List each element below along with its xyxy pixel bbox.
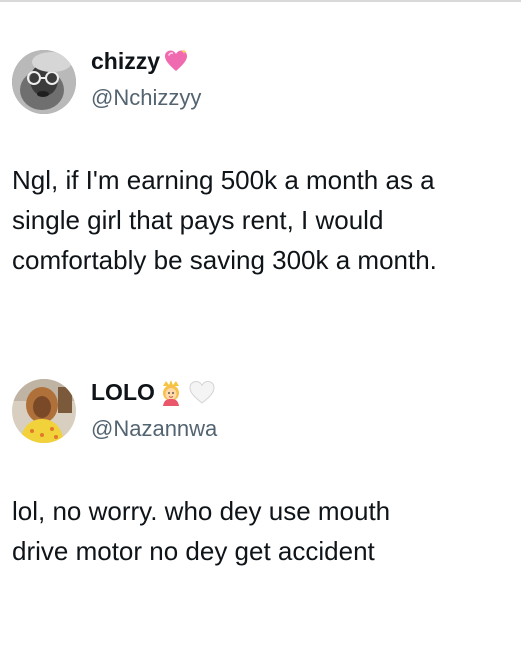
avatar-image xyxy=(12,50,76,114)
tweet-text: lol, no worry. who dey use mouth drive m… xyxy=(12,491,512,571)
tweet-text-line: comfortably be saving 300k a month. xyxy=(12,245,437,275)
avatar[interactable] xyxy=(12,379,76,443)
tweet-text-line: drive motor no dey get accident xyxy=(12,536,375,566)
tweet-card[interactable]: LOLO @Nazannwa lol, no worry. who dey us… xyxy=(0,340,521,652)
tweet-text: Ngl, if I'm earning 500k a month as a si… xyxy=(12,160,512,280)
tweet-text-line: single girl that pays rent, I would xyxy=(12,205,384,235)
display-name[interactable]: LOLO xyxy=(91,377,155,407)
user-handle[interactable]: @Nchizzyy xyxy=(91,84,201,112)
tweet-text-line: lol, no worry. who dey use mouth xyxy=(12,496,391,526)
tweet-card[interactable]: chizzy @Nchizzyy Ngl, if I'm earning 500… xyxy=(0,0,521,340)
user-handle[interactable]: @Nazannwa xyxy=(91,415,217,443)
avatar-image xyxy=(12,379,76,443)
sparkling-heart-icon xyxy=(163,48,189,74)
name-row: chizzy xyxy=(91,46,189,76)
white-heart-icon xyxy=(187,379,217,405)
avatar[interactable] xyxy=(12,50,76,114)
display-name[interactable]: chizzy xyxy=(91,46,160,76)
princess-icon xyxy=(158,378,184,406)
name-row: LOLO xyxy=(91,377,217,407)
tweet-text-line: Ngl, if I'm earning 500k a month as a xyxy=(12,165,435,195)
